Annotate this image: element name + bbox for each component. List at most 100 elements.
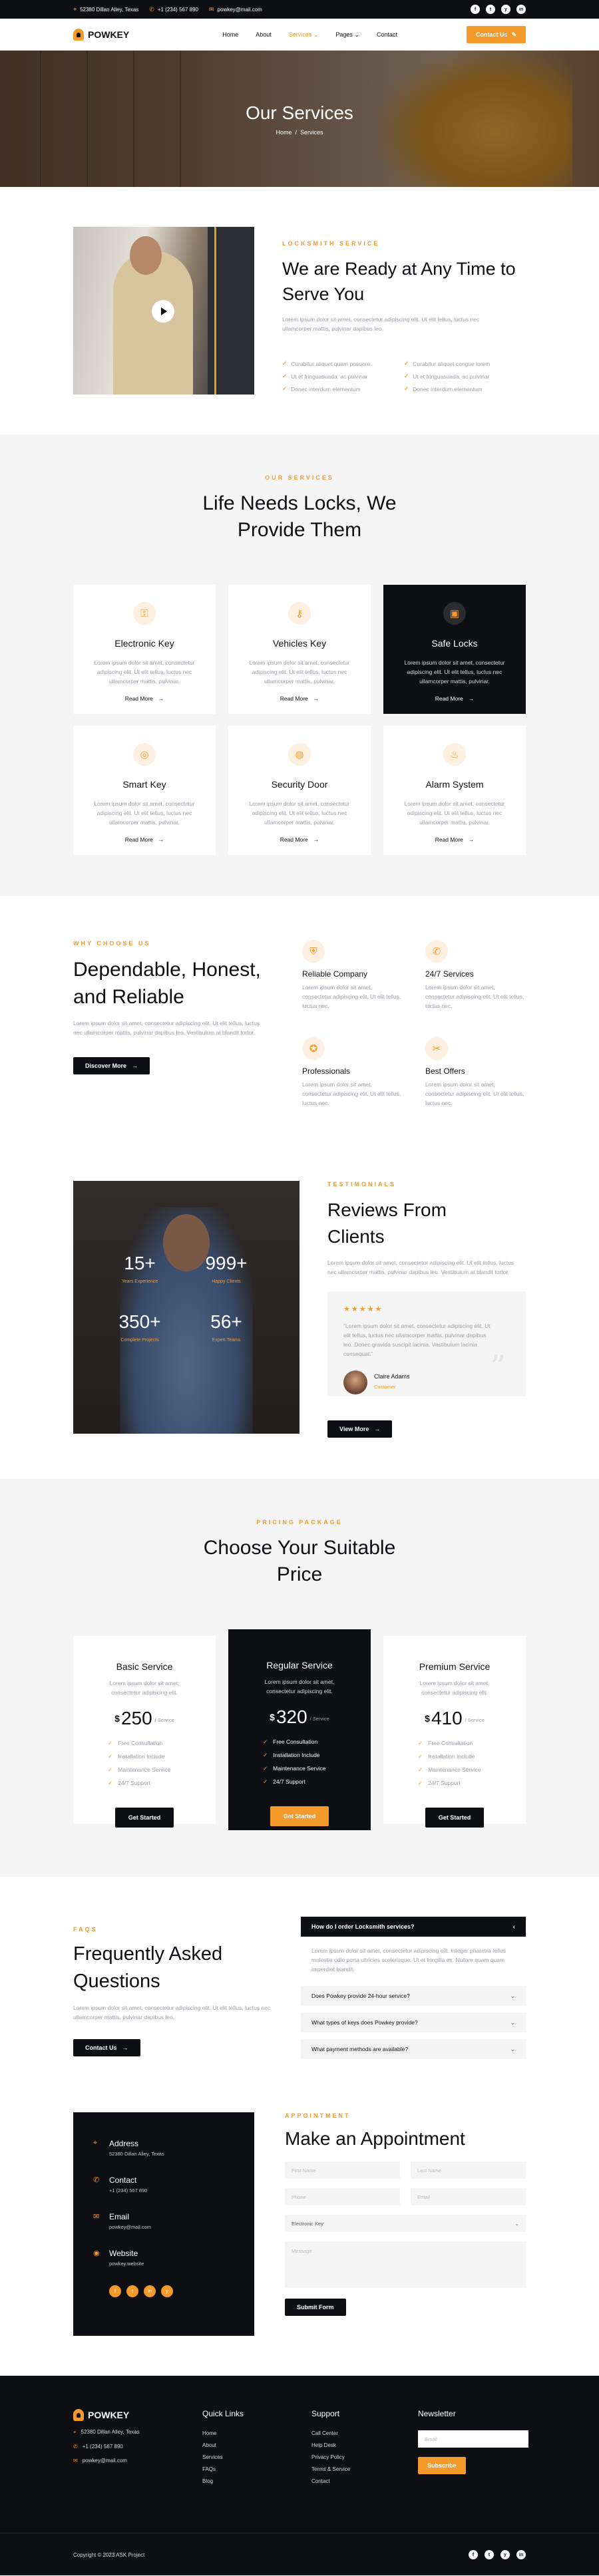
footer-phone[interactable]: ✆ +1 (234) 567 890: [73, 2444, 202, 2450]
subscribe-button[interactable]: Subscribe: [418, 2457, 466, 2474]
feature-text: Lorem ipsum dolor sit amet, consectetur …: [302, 1081, 401, 1106]
footer-link-call-center[interactable]: Call Center: [311, 2430, 418, 2436]
pricing-card-basic: Basic Service Lorem ipsum dolor sit amet…: [73, 1636, 216, 1828]
footer-link-privacy[interactable]: Privacy Policy: [311, 2454, 418, 2460]
plan-feature: ✓ 24/7 Support: [418, 1780, 461, 1786]
contact-phone[interactable]: ✆ Contact +1 (234) 567 890: [93, 2175, 234, 2193]
service-card[interactable]: ⚿ Electronic Key Lorem ipsum dolor sit a…: [73, 585, 216, 714]
get-started-button[interactable]: Get Started: [270, 1806, 329, 1826]
read-more-link[interactable]: Read More →: [280, 836, 319, 843]
last-name-field[interactable]: Last Name: [411, 2162, 526, 2179]
services-grid: ⚿ Electronic Key Lorem ipsum dolor sit a…: [73, 585, 526, 855]
check-item: ✓ Curabitur aliquet quam posuere: [282, 360, 371, 367]
twitter-icon[interactable]: t: [126, 2285, 138, 2297]
read-more-link[interactable]: Read More →: [280, 695, 319, 702]
check-icon: ✓: [263, 1752, 268, 1758]
topbar-social: f t y in: [471, 5, 526, 14]
youtube-icon[interactable]: y: [161, 2285, 173, 2297]
facebook-icon[interactable]: f: [469, 2550, 478, 2559]
phone-field[interactable]: Phone: [285, 2188, 400, 2205]
pricing-grid: Basic Service Lorem ipsum dolor sit amet…: [73, 1629, 526, 1830]
service-card[interactable]: ▣ Safe Locks Lorem ipsum dolor sit amet,…: [383, 585, 526, 714]
nav-item-pages[interactable]: Pages ⌄: [335, 31, 359, 39]
brand-logo[interactable]: POWKEY: [73, 29, 129, 41]
contact-us-button[interactable]: Contact Us ✎: [466, 26, 526, 43]
pencil-icon: ✎: [511, 31, 516, 38]
facebook-icon[interactable]: f: [109, 2285, 121, 2297]
newsletter-email-input[interactable]: Email: [418, 2430, 528, 2448]
faq-item[interactable]: What payment methods are available? ⌄: [301, 2039, 526, 2059]
testimonial-quote: “Lorem ipsum dolor sit amet, consectetur…: [343, 1323, 491, 1357]
location-icon: ⌖: [73, 2429, 77, 2435]
footer-link-blog[interactable]: Blog: [202, 2478, 311, 2484]
footer-email[interactable]: ✉ powkey@mail.com: [73, 2458, 202, 2464]
get-started-button[interactable]: Get Started: [425, 1808, 485, 1828]
service-card[interactable]: ⚷ Vehicles Key Lorem ipsum dolor sit ame…: [228, 585, 371, 714]
discover-more-button[interactable]: Discover More →: [73, 1057, 150, 1074]
testimonials-section: 15+ Years Experience 999+ Happy Clients 35…: [0, 1181, 599, 1438]
section-text: Lorem ipsum dolor sit amet, consectetur …: [327, 1259, 514, 1275]
footer-address: ⌖ 52380 Dillan Alley, Texas: [73, 2429, 140, 2435]
faq-item[interactable]: What types of keys does Powkey provide? ⌄: [301, 2012, 526, 2032]
twitter-icon[interactable]: t: [486, 5, 495, 14]
footer-link-help-desk[interactable]: Help Desk: [311, 2442, 418, 2448]
footer-logo[interactable]: POWKEY: [73, 2409, 202, 2421]
contact-website[interactable]: ◉ Website powkey.website: [93, 2249, 234, 2267]
lock-logo-icon: [73, 2409, 84, 2421]
message-field[interactable]: Message: [285, 2241, 526, 2288]
service-card[interactable]: ◎ Smart Key Lorem ipsum dolor sit amet, …: [73, 726, 216, 855]
topbar-email[interactable]: ✉ powkey@mail.com: [209, 6, 262, 13]
contact-email[interactable]: ✉ Email powkey@mail.com: [93, 2212, 234, 2230]
check-icon: ✓: [282, 385, 288, 392]
linkedin-icon[interactable]: in: [516, 5, 526, 14]
footer-link-terms[interactable]: Terms & Service: [311, 2466, 418, 2472]
breadcrumb-home[interactable]: Home: [276, 129, 292, 136]
facebook-icon[interactable]: f: [471, 5, 480, 14]
nav-item-about[interactable]: About: [256, 31, 272, 39]
feature-item: ⛨ Reliable Company Lorem ipsum dolor sit…: [302, 940, 403, 1011]
footer-link-faqs[interactable]: FAQs: [202, 2466, 311, 2472]
nav-item-contact[interactable]: Contact: [377, 31, 397, 39]
twitter-icon[interactable]: t: [485, 2550, 494, 2559]
read-more-link[interactable]: Read More →: [125, 695, 164, 702]
check-item: ✓ Ut et fringuasuada. ac pulvinar: [282, 373, 368, 380]
check-icon: ✓: [418, 1780, 423, 1786]
faq-item-open[interactable]: How do I order Locksmith services? ‹: [301, 1917, 526, 1937]
linkedin-icon[interactable]: in: [516, 2550, 526, 2559]
footer-link-about[interactable]: About: [202, 2442, 311, 2448]
read-more-link[interactable]: Read More →: [435, 695, 475, 702]
read-more-link[interactable]: Read More →: [435, 836, 475, 843]
plan-feature: ✓ Installation Include: [263, 1752, 320, 1758]
service-card[interactable]: ♨ Alarm System Lorem ipsum dolor sit ame…: [383, 726, 526, 855]
email-field[interactable]: Email: [411, 2188, 526, 2205]
play-video-button[interactable]: [152, 300, 174, 323]
feature-text: Lorem ipsum dolor sit amet, consectetur …: [302, 984, 401, 1009]
footer-link-services[interactable]: Services: [202, 2454, 311, 2460]
nav-item-services[interactable]: Services ⌄: [289, 31, 319, 39]
service-card[interactable]: ◍ Security Door Lorem ipsum dolor sit am…: [228, 726, 371, 855]
plan-features: ✓ Free Consultation ✓ Installation Include…: [263, 1738, 336, 1786]
view-more-button[interactable]: View More →: [327, 1420, 393, 1438]
footer-link-home[interactable]: Home: [202, 2430, 311, 2436]
nav-menu: Home About Services ⌄ Pages ⌄ Contact: [222, 31, 397, 39]
get-started-button[interactable]: Get Started: [114, 1808, 174, 1828]
nav-item-home[interactable]: Home: [222, 31, 238, 39]
chevron-down-icon: ⌄: [313, 31, 319, 38]
contact-us-button[interactable]: Contact Us →: [73, 2039, 140, 2056]
check-icon: ✓: [418, 1740, 423, 1746]
faq-item[interactable]: Does Powkey provide 24-hour service? ⌄: [301, 1986, 526, 2006]
location-icon: ⌖: [93, 2139, 98, 2147]
about-section: LOCKSMITH SERVICE We are Ready at Any Ti…: [0, 187, 599, 434]
youtube-icon[interactable]: y: [500, 2550, 510, 2559]
plan-feature: ✓ Installation Include: [108, 1753, 165, 1760]
first-name-field[interactable]: First Name: [285, 2162, 400, 2179]
topbar-phone[interactable]: ✆ +1 (234) 567 890: [149, 6, 198, 13]
section-eyebrow: WHY CHOOSE US: [73, 940, 151, 947]
submit-form-button[interactable]: Submit Form: [285, 2299, 346, 2316]
linkedin-icon[interactable]: in: [144, 2285, 156, 2297]
footer-link-contact[interactable]: Contact: [311, 2478, 418, 2484]
chevron-down-icon: ⌄: [510, 1992, 515, 1999]
youtube-icon[interactable]: y: [501, 5, 510, 14]
service-select[interactable]: Electronic Key ⌄: [285, 2215, 526, 2232]
read-more-link[interactable]: Read More →: [125, 836, 164, 843]
